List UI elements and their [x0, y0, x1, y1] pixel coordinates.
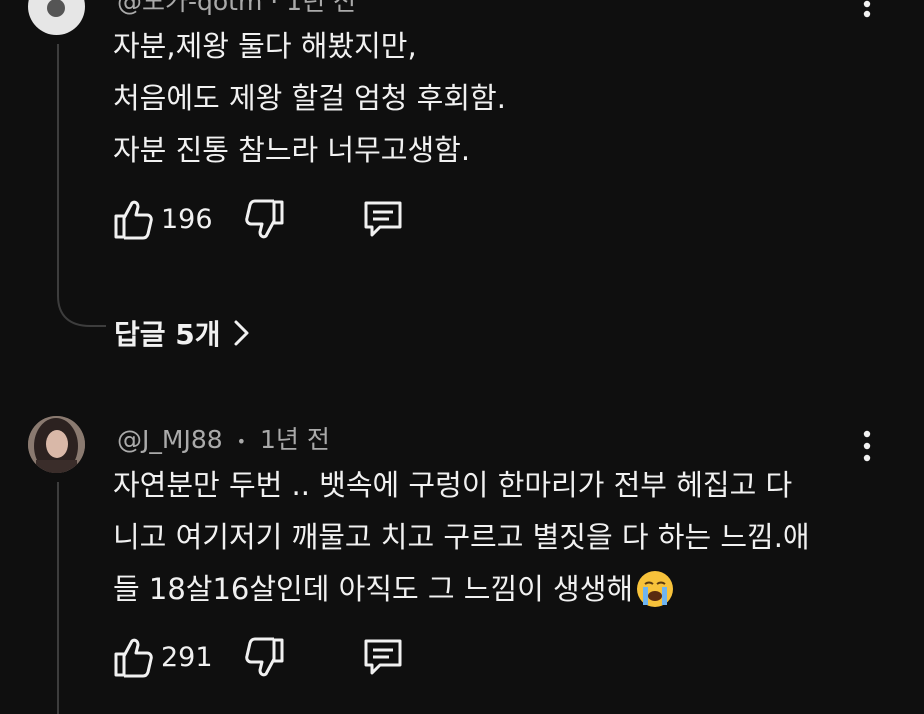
more-options-icon[interactable] — [856, 429, 878, 463]
like-button[interactable]: 291 — [113, 635, 213, 679]
like-count: 196 — [161, 203, 213, 235]
avatar[interactable] — [28, 0, 85, 35]
comment-line: 들 18살16살인데 아직도 그 느낌이 생생해 — [113, 563, 810, 615]
profile-photo — [28, 416, 85, 473]
comment-line-text: 들 18살16살인데 아직도 그 느낌이 생생해 — [113, 572, 634, 606]
comment-line: 자연분만 두번 .. 뱃속에 구렁이 한마리가 전부 헤집고 다 — [113, 468, 793, 502]
comment-line: 자분 진통 참느라 너무고생함. — [113, 133, 471, 167]
comment-author-meta: @J_MJ88 • 1년 전 — [117, 420, 330, 456]
comment-body: 자분,제왕 둘다 해봤지만, 처음에도 제왕 할걸 엄청 후회함. 자분 진통 … — [113, 20, 506, 176]
view-replies-button[interactable]: 답글 5개 — [114, 312, 253, 354]
comment-line: 니고 여기저기 깨물고 치고 구르고 별짓을 다 하는 느낌.애 — [113, 520, 810, 554]
thumbs-up-icon — [114, 200, 153, 240]
thumbs-down-icon — [245, 199, 284, 239]
replies-label: 답글 5개 — [114, 318, 221, 351]
reply-button[interactable] — [362, 199, 404, 239]
comment-line: 처음에도 제왕 할걸 엄청 후회함. — [113, 81, 506, 115]
like-count: 291 — [161, 641, 213, 673]
comment-line: 자분,제왕 둘다 해봤지만, — [113, 29, 417, 63]
more-options-icon[interactable] — [856, 0, 878, 28]
dislike-button[interactable] — [245, 637, 285, 679]
comment-icon — [364, 639, 402, 675]
meta-separator: • — [236, 431, 247, 451]
dislike-button[interactable] — [245, 199, 285, 241]
like-button[interactable]: 196 — [113, 197, 213, 241]
thread-line — [57, 44, 59, 290]
thread-curve — [57, 286, 106, 327]
reply-button[interactable] — [362, 637, 404, 677]
comment-body: 자연분만 두번 .. 뱃속에 구렁이 한마리가 전부 헤집고 다 니고 여기저기… — [113, 459, 810, 615]
apple-logo-icon — [47, 0, 65, 17]
comment-icon — [364, 201, 402, 237]
comment-author-meta[interactable]: @도가-qotm · 1년 전 — [117, 0, 356, 18]
avatar[interactable] — [28, 416, 85, 473]
timestamp: 1년 전 — [259, 425, 330, 454]
author-handle[interactable]: @J_MJ88 — [117, 425, 223, 454]
thumbs-down-icon — [245, 637, 284, 677]
thumbs-up-icon — [114, 638, 153, 678]
thread-line — [57, 482, 59, 714]
crying-face-emoji-icon — [637, 571, 674, 607]
chevron-right-icon — [234, 320, 249, 346]
